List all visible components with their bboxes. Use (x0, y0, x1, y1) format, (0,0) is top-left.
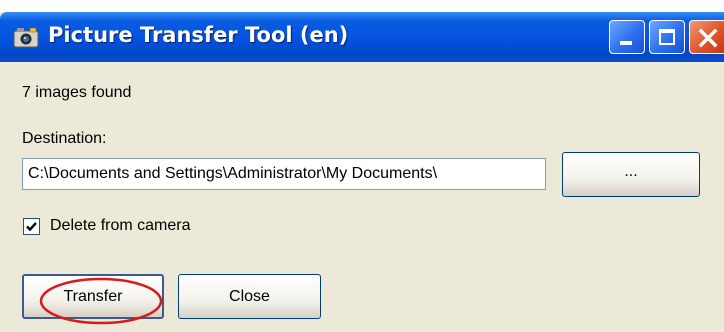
delete-from-camera-checkbox[interactable] (23, 218, 40, 235)
destination-path-input[interactable] (22, 158, 546, 190)
delete-from-camera-label[interactable]: Delete from camera (50, 217, 191, 235)
close-button[interactable]: Close (178, 274, 321, 319)
close-icon (698, 28, 718, 48)
window-title: Picture Transfer Tool (en) (48, 23, 349, 47)
picture-transfer-window: Picture Transfer Tool (en) 7 images foun… (0, 12, 724, 332)
maximize-icon (659, 29, 675, 45)
browse-button[interactable]: ... (562, 152, 700, 197)
destination-label: Destination: (22, 130, 107, 147)
close-window-button[interactable] (689, 20, 724, 54)
camera-icon (13, 27, 39, 48)
checkmark-icon (26, 222, 37, 232)
minimize-button[interactable] (609, 20, 645, 54)
minimize-icon (620, 41, 632, 45)
images-found-status: 7 images found (22, 84, 132, 101)
title-bar[interactable]: Picture Transfer Tool (en) (0, 12, 724, 62)
maximize-button[interactable] (649, 20, 685, 54)
transfer-button[interactable]: Transfer (22, 274, 164, 319)
